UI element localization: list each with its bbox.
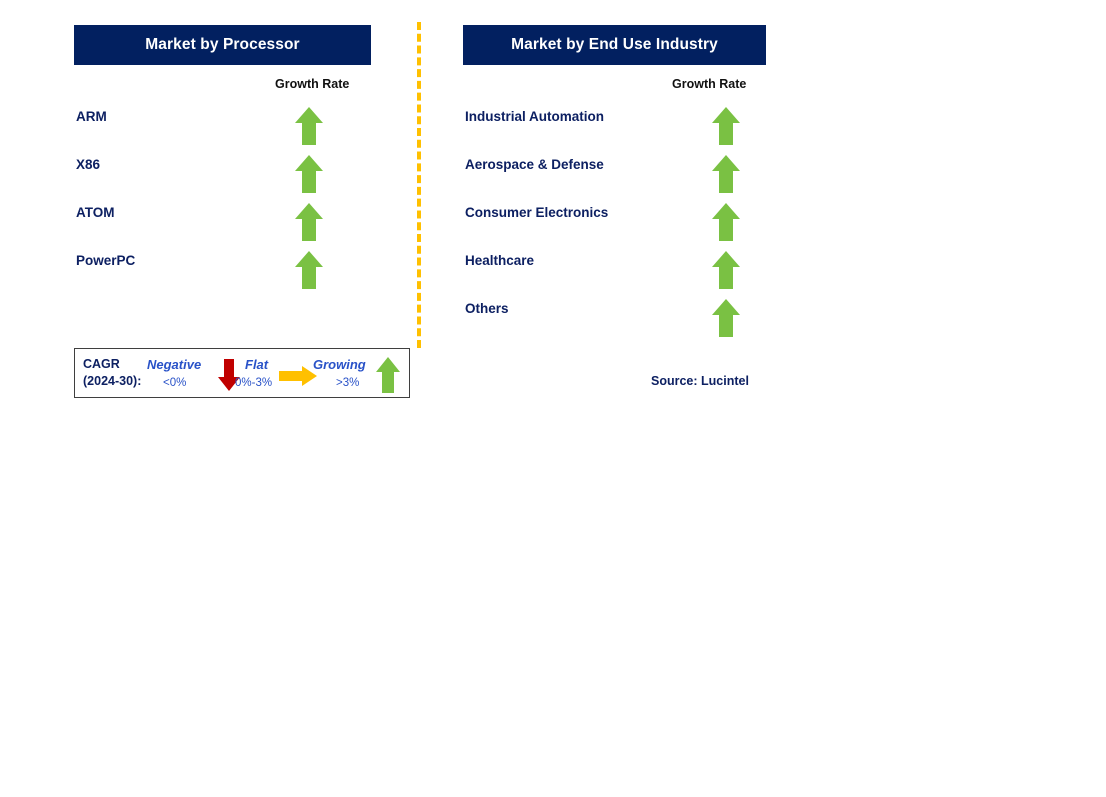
row-label-industrial-automation: Industrial Automation [465, 109, 604, 124]
table-row: ARM [74, 107, 371, 158]
vertical-dashed-divider [417, 22, 421, 348]
arrow-up-icon [711, 202, 741, 242]
table-row: Consumer Electronics [463, 203, 766, 254]
legend-title-line2: (2024-30): [83, 374, 142, 389]
source-note: Source: Lucintel [651, 374, 749, 388]
legend-term-growing: Growing [313, 357, 366, 372]
arrow-up-icon [711, 250, 741, 290]
table-row: PowerPC [74, 251, 371, 302]
row-label-powerpc: PowerPC [76, 253, 136, 268]
arrow-up-icon [711, 106, 741, 146]
table-row: Healthcare [463, 251, 766, 302]
panel-title-enduse: Market by End Use Industry [511, 36, 718, 53]
legend-term-flat: Flat [245, 357, 269, 372]
legend-title-line1: CAGR [83, 357, 120, 371]
row-label-atom: ATOM [76, 205, 115, 220]
legend-range-growing: >3% [336, 377, 360, 389]
row-label-consumer-electronics: Consumer Electronics [465, 205, 609, 220]
arrow-up-icon [294, 154, 324, 194]
row-label-healthcare: Healthcare [465, 253, 535, 268]
row-label-aerospace-defense: Aerospace & Defense [465, 157, 604, 172]
panel-header-enduse: Market by End Use Industry [463, 25, 766, 65]
row-label-others: Others [465, 301, 509, 316]
table-row: ATOM [74, 203, 371, 254]
arrow-up-icon [711, 298, 741, 338]
cagr-legend: CAGR (2024-30): Negative <0% Flat 0%-3% … [74, 348, 410, 398]
table-row: Others [463, 299, 766, 350]
panel-header-processor: Market by Processor [74, 25, 371, 65]
legend-title: CAGR (2024-30): [83, 356, 141, 391]
arrow-up-icon [375, 356, 401, 394]
legend-range-flat: 0%-3% [235, 377, 273, 389]
row-label-x86: X86 [76, 157, 101, 172]
row-label-arm: ARM [76, 109, 107, 124]
table-row: Industrial Automation [463, 107, 766, 158]
arrow-up-icon [294, 202, 324, 242]
arrow-up-icon [294, 250, 324, 290]
arrow-right-icon [278, 365, 318, 387]
table-row: X86 [74, 155, 371, 206]
panel-title-processor: Market by Processor [145, 36, 300, 53]
column-header-growth-rate-processor: Growth Rate [275, 77, 350, 91]
table-row: Aerospace & Defense [463, 155, 766, 206]
arrow-up-icon [294, 106, 324, 146]
legend-range-negative: <0% [163, 377, 187, 389]
column-header-growth-rate-enduse: Growth Rate [672, 77, 747, 91]
arrow-up-icon [711, 154, 741, 194]
legend-term-negative: Negative [147, 357, 202, 372]
